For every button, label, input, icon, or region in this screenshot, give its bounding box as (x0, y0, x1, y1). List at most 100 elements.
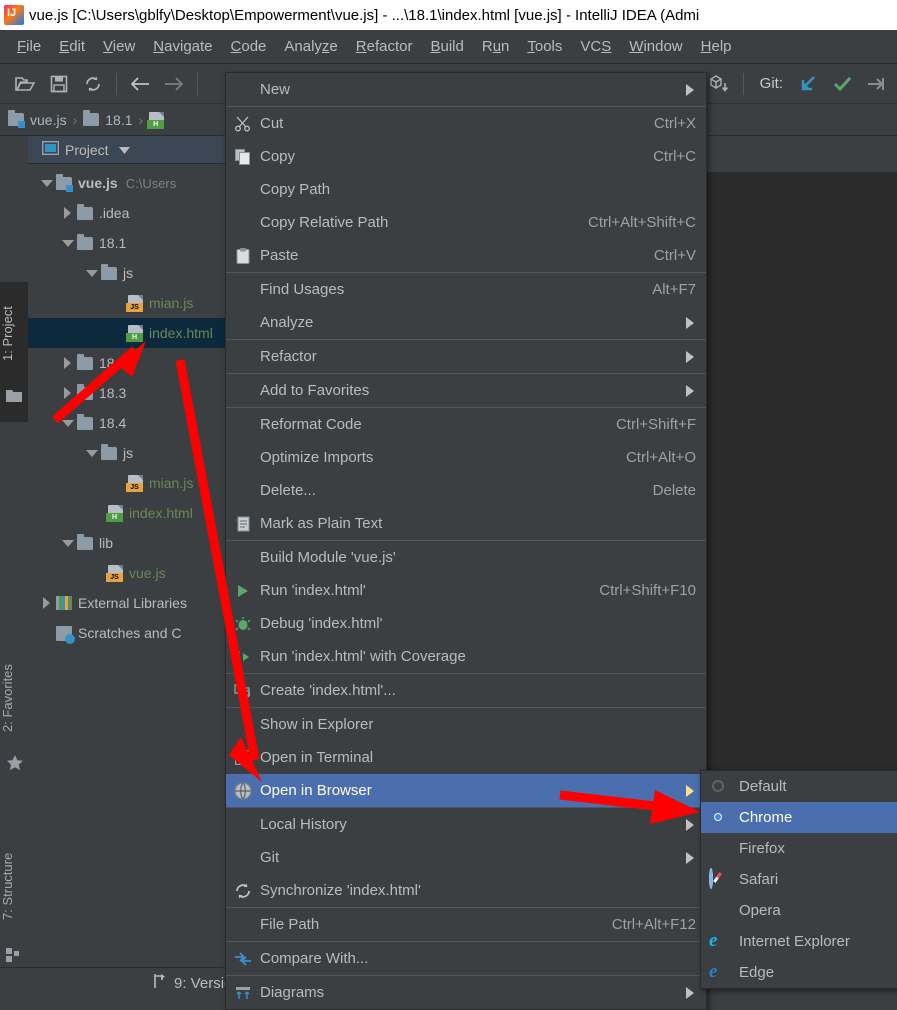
tree-row-lib[interactable]: lib (28, 528, 232, 558)
menu-item-copy-path[interactable]: Copy Path (226, 173, 706, 206)
chevron-down-icon[interactable] (61, 236, 75, 250)
menu-item-add-to-favorites[interactable]: Add to Favorites (226, 374, 706, 407)
menu-item-find-usages[interactable]: Find Usages Alt+F7 (226, 273, 706, 306)
sidebar-tab-project[interactable]: 1: Project (0, 288, 28, 384)
menu-item-delete[interactable]: Delete... Delete (226, 474, 706, 507)
menu-item-debug-index-html[interactable]: Debug 'index.html' (226, 607, 706, 640)
menu-item-copy[interactable]: Copy Ctrl+C (226, 140, 706, 173)
back-arrow-icon[interactable] (126, 71, 154, 97)
menu-item-paste[interactable]: Paste Ctrl+V (226, 239, 706, 272)
tree-row-vue-js-file[interactable]: JS vue.js (28, 558, 232, 588)
tree-row-index-html-2[interactable]: H index.html (28, 498, 232, 528)
tree-row-js-1[interactable]: js (28, 258, 232, 288)
submenu-item-safari[interactable]: Safari (701, 864, 897, 895)
menu-item-run-with-coverage[interactable]: Run 'index.html' with Coverage (226, 640, 706, 673)
menu-code[interactable]: Code (222, 34, 276, 59)
tree-row-scratches[interactable]: Scratches and C (28, 618, 232, 648)
breadcrumb-item-2[interactable]: H (147, 111, 170, 129)
menu-item-build-module[interactable]: Build Module 'vue.js' (226, 541, 706, 574)
breadcrumb-item-0[interactable]: vue.js (8, 110, 67, 128)
build-icon[interactable] (705, 71, 733, 97)
tree-row-mian-js-1[interactable]: JS mian.js (28, 288, 232, 318)
menu-help[interactable]: Help (692, 34, 741, 59)
menu-item-open-in-browser[interactable]: Open in Browser (226, 774, 706, 807)
menu-item-create-index-html[interactable]: Create 'index.html'... (226, 674, 706, 707)
menu-refactor[interactable]: Refactor (347, 34, 422, 59)
chevron-right-icon[interactable] (40, 596, 54, 610)
menu-item-cut[interactable]: Cut Ctrl+X (226, 107, 706, 140)
update-project-icon[interactable] (794, 71, 822, 97)
commit-checkmark-icon[interactable] (828, 71, 856, 97)
tree-row-external-libraries[interactable]: External Libraries (28, 588, 232, 618)
menu-item-show-in-explorer[interactable]: Show in Explorer (226, 708, 706, 741)
menu-file[interactable]: File (8, 34, 50, 59)
tree-row-js-2[interactable]: js (28, 438, 232, 468)
chevron-down-icon[interactable] (40, 176, 54, 190)
tree-label: index.html (129, 505, 193, 521)
submenu-item-firefox[interactable]: Firefox (701, 833, 897, 864)
menu-analyze[interactable]: Analyze (275, 34, 346, 59)
chevron-down-icon[interactable] (85, 266, 99, 280)
folder-icon (101, 263, 117, 280)
menu-item-analyze[interactable]: Analyze (226, 306, 706, 339)
push-icon[interactable] (862, 71, 890, 97)
chevron-down-icon[interactable] (61, 416, 75, 430)
tree-row-vue-js[interactable]: vue.js C:\Users (28, 168, 232, 198)
sidebar-tab-favorites[interactable]: 2: Favorites (0, 652, 28, 744)
menu-item-compare-with[interactable]: Compare With... (226, 942, 706, 975)
save-icon[interactable] (45, 71, 73, 97)
chevron-down-icon[interactable] (85, 446, 99, 460)
chevron-down-icon[interactable] (61, 536, 75, 550)
menu-item-copy-relative-path[interactable]: Copy Relative Path Ctrl+Alt+Shift+C (226, 206, 706, 239)
sync-icon[interactable] (79, 71, 107, 97)
menu-edit[interactable]: Edit (50, 34, 94, 59)
submenu-item-chrome[interactable]: Chrome (701, 802, 897, 833)
chevron-down-icon[interactable] (118, 142, 130, 157)
menu-window[interactable]: Window (620, 34, 691, 59)
menu-item-new[interactable]: New (226, 73, 706, 106)
tree-row-18-3[interactable]: 18.3 (28, 378, 232, 408)
open-folder-icon[interactable] (11, 71, 39, 97)
menu-item-mark-as-plain-text[interactable]: x Mark as Plain Text (226, 507, 706, 540)
project-panel-header[interactable]: Project (28, 136, 232, 164)
submenu-item-label: Safari (739, 871, 779, 888)
tree-row-mian-js-2[interactable]: JS mian.js (28, 468, 232, 498)
sidebar-tab-structure[interactable]: 7: Structure (0, 836, 28, 936)
menu-item-run-index-html[interactable]: Run 'index.html' Ctrl+Shift+F10 (226, 574, 706, 607)
file-context-menu: New Cut Ctrl+X Copy Ctrl+C Copy Path Cop… (225, 72, 707, 1010)
structure-icon (6, 948, 22, 964)
menu-navigate[interactable]: Navigate (144, 34, 221, 59)
spacer-icon (232, 816, 254, 834)
forward-arrow-icon[interactable] (160, 71, 188, 97)
menu-run[interactable]: Run (473, 34, 519, 59)
chevron-right-icon[interactable] (61, 206, 75, 220)
submenu-item-internet-explorer[interactable]: e Internet Explorer (701, 926, 897, 957)
breadcrumb-item-1[interactable]: 18.1 (83, 110, 133, 128)
tree-row-index-html-selected[interactable]: H index.html (28, 318, 232, 348)
tree-row-idea[interactable]: .idea (28, 198, 232, 228)
folder-icon (83, 110, 100, 126)
menu-item-reformat-code[interactable]: Reformat Code Ctrl+Shift+F (226, 408, 706, 441)
menu-item-open-in-terminal[interactable]: Open in Terminal (226, 741, 706, 774)
menu-item-git[interactable]: Git (226, 841, 706, 874)
menu-item-file-path[interactable]: File Path Ctrl+Alt+F12 (226, 908, 706, 941)
menu-item-local-history[interactable]: Local History (226, 808, 706, 841)
menu-item-diagrams[interactable]: Diagrams (226, 976, 706, 1009)
tree-row-18-1[interactable]: 18.1 (28, 228, 232, 258)
submenu-item-opera[interactable]: Opera (701, 895, 897, 926)
chevron-right-icon[interactable] (61, 356, 75, 370)
submenu-item-edge[interactable]: e Edge (701, 957, 897, 988)
chevron-right-icon[interactable] (61, 386, 75, 400)
submenu-item-default[interactable]: Default (701, 771, 897, 802)
menu-tools[interactable]: Tools (518, 34, 571, 59)
menu-vcs[interactable]: VCS (571, 34, 620, 59)
tree-row-18-2[interactable]: 18.2 (28, 348, 232, 378)
menu-item-refactor[interactable]: Refactor (226, 340, 706, 373)
branch-icon (152, 973, 168, 993)
menu-item-synchronize[interactable]: Synchronize 'index.html' (226, 874, 706, 907)
menu-item-label: Run 'index.html' with Coverage (260, 648, 466, 665)
menu-view[interactable]: View (94, 34, 144, 59)
tree-row-18-4[interactable]: 18.4 (28, 408, 232, 438)
menu-build[interactable]: Build (421, 34, 472, 59)
menu-item-optimize-imports[interactable]: Optimize Imports Ctrl+Alt+O (226, 441, 706, 474)
